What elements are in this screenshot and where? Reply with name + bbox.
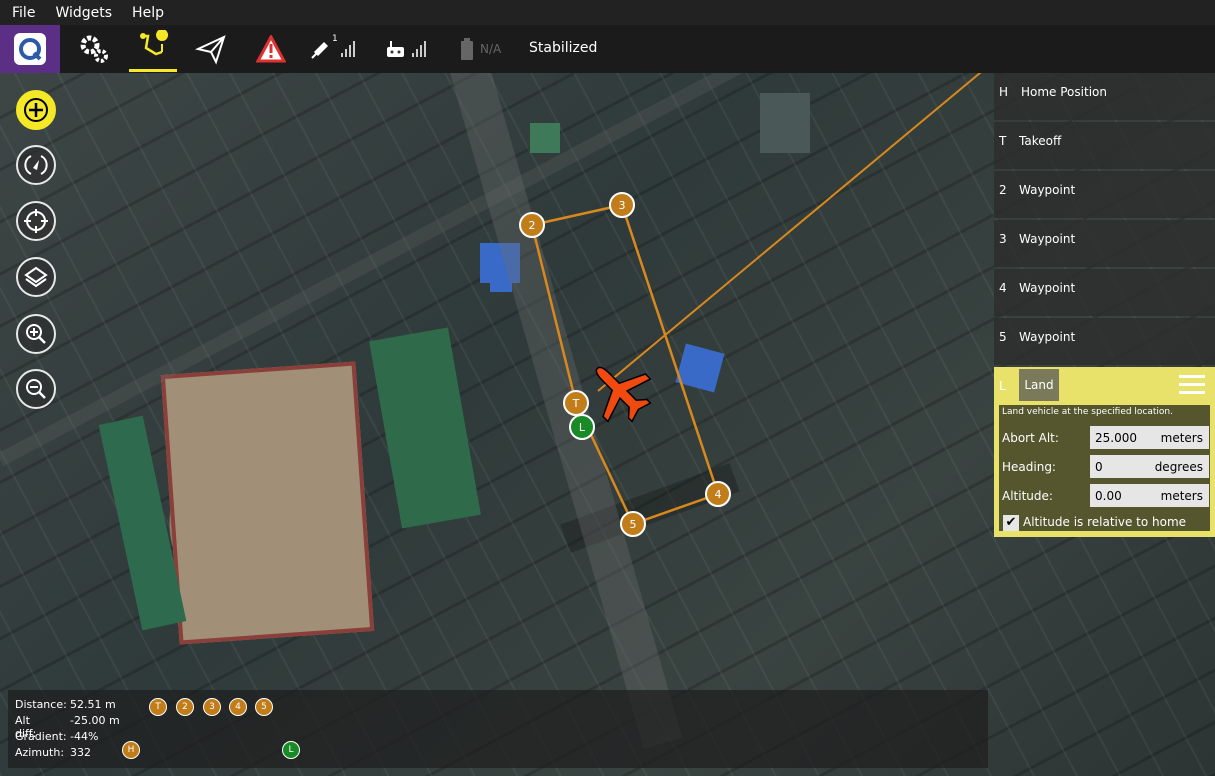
stats-item-waypoint[interactable]: 3 <box>203 698 221 716</box>
mission-item-num: L <box>999 379 1006 393</box>
land-marker[interactable]: L <box>569 414 595 440</box>
mission-item-num: H <box>999 85 1009 99</box>
waypoint-marker[interactable]: 3 <box>609 192 635 218</box>
stat-value: -25.00 m <box>70 714 120 727</box>
zoom-out-icon[interactable] <box>16 369 56 409</box>
command-type-button[interactable]: Land <box>1019 369 1059 401</box>
mission-item-label: Waypoint <box>1019 183 1076 197</box>
stats-item-waypoint[interactable]: 2 <box>176 698 194 716</box>
mission-item-waypoint[interactable]: 4 Waypoint <box>994 269 1215 316</box>
stats-item-takeoff[interactable]: T <box>149 698 167 716</box>
mission-item-num: T <box>999 134 1007 148</box>
mission-item-label: Waypoint <box>1019 281 1076 295</box>
gps-status[interactable]: 1 <box>310 25 360 73</box>
takeoff-label: T <box>572 397 580 410</box>
mission-item-takeoff[interactable]: T Takeoff <box>994 122 1215 169</box>
field-unit: meters <box>1160 430 1203 445</box>
altitude-field[interactable]: 0.00 meters <box>1090 484 1209 507</box>
command-description: Land vehicle at the specified location. <box>1002 407 1173 417</box>
qgc-logo-icon[interactable] <box>0 25 60 73</box>
flight-mode-label[interactable]: Stabilized <box>529 40 597 56</box>
altitude-label: Altitude: <box>1002 489 1053 503</box>
stat-value: -44% <box>70 730 99 743</box>
waypoint-label: 2 <box>529 219 536 232</box>
item-menu-hamburger-icon[interactable] <box>1179 375 1205 399</box>
mission-item-num: 5 <box>999 330 1007 344</box>
menu-file[interactable]: File <box>4 5 43 21</box>
mission-item-label: Home Position <box>1021 85 1107 99</box>
stats-item-waypoint[interactable]: 5 <box>255 698 273 716</box>
menu-widgets[interactable]: Widgets <box>47 5 120 21</box>
vehicle-heading-line <box>597 73 982 392</box>
mission-item-label: Waypoint <box>1019 232 1076 246</box>
battery-icon <box>461 38 473 60</box>
sync-mission-icon[interactable] <box>16 145 56 185</box>
mission-item-waypoint[interactable]: 3 Waypoint <box>994 220 1215 267</box>
land-label: L <box>579 421 586 434</box>
rc-rssi-status[interactable] <box>385 25 431 73</box>
mission-item-label: Takeoff <box>1019 134 1062 148</box>
mission-route-line <box>530 203 720 526</box>
waypoint-marker[interactable]: 2 <box>519 212 545 238</box>
mission-item-home[interactable]: H Home Position <box>994 73 1215 120</box>
satellite-icon <box>311 42 328 59</box>
stat-key: Distance: <box>15 698 67 711</box>
waypoint-marker[interactable]: 4 <box>705 481 731 507</box>
field-value: 0.00 <box>1095 488 1122 503</box>
rc-transmitter-icon <box>387 41 404 57</box>
waypoint-label: 5 <box>630 518 637 531</box>
mission-item-num: 4 <box>999 281 1007 295</box>
field-unit: meters <box>1160 488 1203 503</box>
warning-icon[interactable] <box>247 25 295 73</box>
gps-signal-bars-icon <box>340 41 355 57</box>
battery-text: N/A <box>480 42 502 56</box>
zoom-in-icon[interactable] <box>16 314 56 354</box>
mission-item-waypoint[interactable]: 2 Waypoint <box>994 171 1215 218</box>
gps-count: 1 <box>332 34 338 44</box>
battery-status[interactable]: N/A <box>460 25 501 73</box>
field-value: 25.000 <box>1095 430 1137 445</box>
relative-altitude-label: Altitude is relative to home <box>1023 515 1187 529</box>
stat-key: Gradient: <box>15 730 67 743</box>
stat-key: Azimuth: <box>15 746 65 759</box>
mission-item-land-selected[interactable]: L Land Land vehicle at the specified loc… <box>994 367 1215 537</box>
field-value: 0 <box>1095 459 1103 474</box>
relative-altitude-checkbox[interactable]: ✔ <box>1003 515 1019 531</box>
fly-view-plane-icon[interactable] <box>187 25 235 73</box>
stat-value: 332 <box>70 746 91 759</box>
waypoint-marker[interactable]: 5 <box>620 511 646 537</box>
waypoint-label: 4 <box>715 488 722 501</box>
menu-help[interactable]: Help <box>124 5 172 21</box>
mission-item-num: 2 <box>999 183 1007 197</box>
mission-stats-panel: Distance: 52.51 m Alt diff: -25.00 m Gra… <box>8 690 988 768</box>
center-map-crosshair-icon[interactable] <box>16 201 56 241</box>
plan-view-icon[interactable] <box>129 25 177 72</box>
settings-gear-icon[interactable] <box>70 25 118 73</box>
land-item-editor: Land vehicle at the specified location. … <box>999 405 1210 531</box>
takeoff-marker[interactable]: T <box>563 390 589 416</box>
mission-item-label: Waypoint <box>1019 330 1076 344</box>
stats-item-waypoint[interactable]: 4 <box>229 698 247 716</box>
stats-item-land[interactable]: L <box>282 741 300 759</box>
menu-bar: File Widgets Help <box>0 0 1215 25</box>
abort-alt-label: Abort Alt: <box>1002 431 1059 445</box>
rc-signal-bars-icon <box>412 41 426 57</box>
field-unit: degrees <box>1154 459 1203 474</box>
mission-item-num: 3 <box>999 232 1007 246</box>
mission-item-waypoint[interactable]: 5 Waypoint <box>994 318 1215 365</box>
add-waypoint-button[interactable] <box>16 90 56 130</box>
main-toolbar: 1 N/A Stabilized <box>0 25 1215 73</box>
stats-item-home[interactable]: H <box>122 741 140 759</box>
abort-alt-field[interactable]: 25.000 meters <box>1090 426 1209 449</box>
heading-field[interactable]: 0 degrees <box>1090 455 1209 478</box>
waypoint-label: 3 <box>619 199 626 212</box>
stat-value: 52.51 m <box>70 698 116 711</box>
map-layers-icon[interactable] <box>16 257 56 297</box>
heading-label: Heading: <box>1002 460 1056 474</box>
